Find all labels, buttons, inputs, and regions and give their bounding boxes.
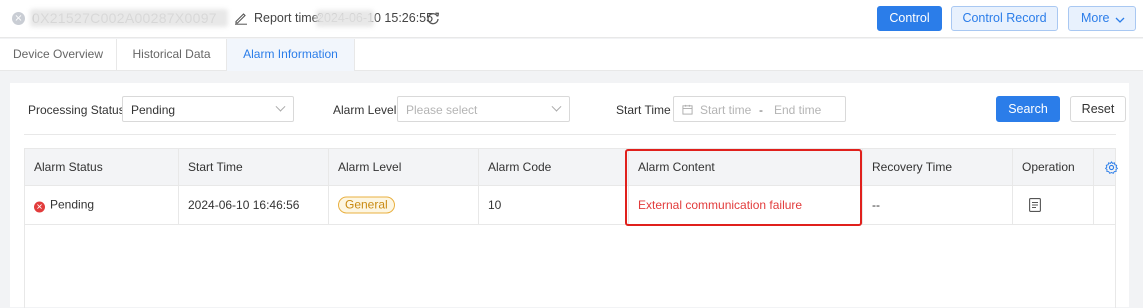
column-header-start-time[interactable]: Start Time [188, 160, 243, 174]
highlight-box-alarm-content [625, 149, 862, 226]
edit-icon[interactable] [234, 11, 248, 25]
vertical-scrollbar[interactable] [1129, 71, 1143, 307]
header-cell: Operation [1013, 149, 1094, 185]
reset-button[interactable]: Reset [1070, 96, 1126, 122]
date-range-picker[interactable]: Start time - End time [673, 96, 846, 122]
more-button-label: More [1081, 11, 1110, 25]
column-header-operation: Operation [1022, 160, 1075, 174]
processing-status-label: Processing Status [28, 103, 125, 117]
row-cell [1013, 186, 1094, 224]
row-cell: -- [863, 186, 1013, 224]
end-time-input[interactable]: End time [774, 103, 821, 117]
row-cell: ✕ Pending [25, 186, 179, 224]
tab-alarm-information[interactable]: Alarm Information [227, 39, 355, 71]
column-header-alarm-status[interactable]: Alarm Status [34, 160, 103, 174]
tab-device-overview[interactable]: Device Overview [0, 39, 117, 71]
alarm-level-placeholder: Please select [406, 103, 478, 117]
control-record-button[interactable]: Control Record [951, 6, 1058, 31]
tab-bar: Device Overview Historical Data Alarm In… [0, 39, 1143, 71]
control-button[interactable]: Control [877, 6, 942, 31]
search-button[interactable]: Search [996, 96, 1060, 122]
alarm-status: ✕ Pending [34, 198, 94, 213]
row-cell: 10 [479, 186, 629, 224]
alarm-panel: Processing Status Pending Alarm Level Pl… [10, 83, 1129, 308]
start-time-label: Start Time [616, 103, 671, 117]
chevron-down-icon [1115, 17, 1125, 23]
report-time-redaction [316, 10, 374, 27]
header-cell: Alarm Status [25, 149, 179, 185]
chevron-down-icon [275, 101, 286, 112]
header-cell [1094, 149, 1118, 185]
alarm-level-label: Alarm Level [333, 103, 397, 117]
row-cell: General [329, 186, 479, 224]
table-row[interactable]: ✕ Pending 2024-06-10 16:46:56 General 10 … [25, 186, 1115, 225]
chevron-down-icon [551, 101, 562, 112]
device-id-redaction [30, 9, 228, 27]
top-bar: × 0X21527C002A00287X0097 Report time: 20… [0, 0, 1143, 38]
tab-historical-data[interactable]: Historical Data [117, 39, 227, 71]
alarm-status-text: Pending [50, 197, 95, 212]
close-icon[interactable]: × [12, 12, 25, 25]
header-cell: Recovery Time [863, 149, 1013, 185]
header-cell: Alarm Level [329, 149, 479, 185]
recovery-time: -- [872, 198, 880, 212]
document-icon[interactable] [1029, 198, 1041, 212]
row-cell: 2024-06-10 16:46:56 [179, 186, 329, 224]
alarm-level-select[interactable]: Please select [397, 96, 570, 122]
processing-status-value: Pending [131, 103, 176, 117]
table-header: Alarm Status Start Time Alarm Level Alar… [25, 149, 1118, 186]
filter-divider [24, 134, 1116, 135]
column-header-alarm-level[interactable]: Alarm Level [338, 160, 401, 174]
header-cell: Alarm Code [479, 149, 629, 185]
report-time-label: Report time: [254, 11, 323, 25]
start-time-input[interactable]: Start time [700, 103, 751, 117]
row-cell [1094, 186, 1115, 224]
header-cell: Start Time [179, 149, 329, 185]
calendar-icon [682, 104, 693, 115]
alarm-start-time: 2024-06-10 16:46:56 [188, 198, 300, 212]
settings-gear-icon[interactable] [1105, 161, 1118, 174]
column-header-alarm-code[interactable]: Alarm Code [488, 160, 551, 174]
status-error-icon: ✕ [34, 201, 45, 213]
column-header-recovery-time[interactable]: Recovery Time [872, 160, 952, 174]
refresh-icon[interactable] [426, 11, 440, 25]
alarm-table: Alarm Status Start Time Alarm Level Alar… [24, 148, 1118, 308]
processing-status-select[interactable]: Pending [122, 96, 294, 122]
more-button[interactable]: More [1068, 6, 1136, 31]
range-separator: - [759, 103, 763, 117]
alarm-level-badge: General [338, 196, 395, 214]
alarm-code: 10 [488, 198, 502, 212]
